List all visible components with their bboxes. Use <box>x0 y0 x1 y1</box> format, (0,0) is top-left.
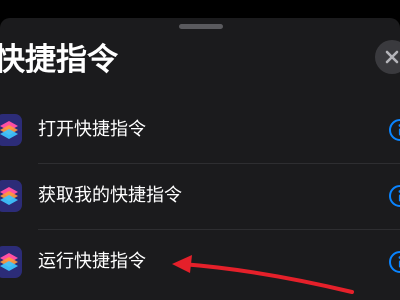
info-icon[interactable] <box>388 184 400 208</box>
action-run-shortcut[interactable]: 运行快捷指令 <box>0 230 400 296</box>
action-open-shortcut[interactable]: 打开快捷指令 <box>0 98 400 164</box>
shortcuts-app-icon <box>0 114 22 146</box>
close-icon <box>385 50 399 64</box>
shortcuts-app-icon <box>0 246 22 278</box>
close-button[interactable] <box>375 40 400 74</box>
action-label: 打开快捷指令 <box>38 119 146 140</box>
actions-sheet: 快捷指令 打开快捷指令 获取我的快捷指令 运行快捷指令 <box>0 18 400 300</box>
sheet-title: 快捷指令 <box>0 42 118 78</box>
shortcuts-app-icon <box>0 180 22 212</box>
info-icon[interactable] <box>388 250 400 274</box>
action-get-my-shortcuts[interactable]: 获取我的快捷指令 <box>0 164 400 230</box>
sheet-grabber[interactable] <box>179 24 223 29</box>
action-label: 运行快捷指令 <box>38 251 146 272</box>
info-icon[interactable] <box>388 118 400 142</box>
action-label: 获取我的快捷指令 <box>38 185 182 206</box>
